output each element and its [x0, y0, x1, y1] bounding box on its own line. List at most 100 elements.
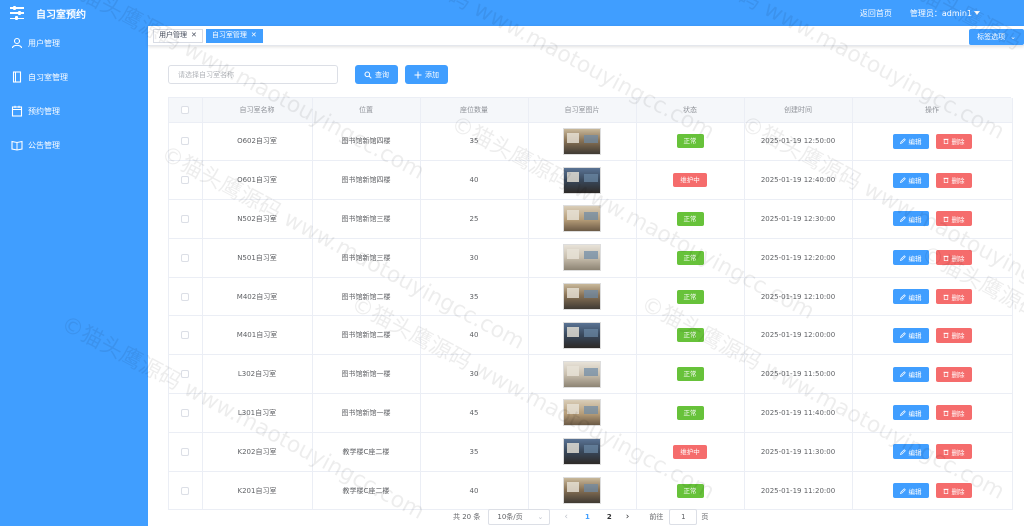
room-thumbnail[interactable] — [563, 438, 601, 466]
column-header[interactable]: 位置 — [312, 98, 421, 123]
row-checkbox[interactable] — [181, 292, 190, 301]
add-button-label: 添加 — [425, 71, 439, 79]
close-icon[interactable]: ✕ — [191, 29, 197, 42]
row-checkbox[interactable] — [181, 331, 190, 340]
delete-button[interactable]: 删除 — [935, 327, 972, 343]
room-thumbnail[interactable] — [563, 477, 601, 505]
tab-rooms[interactable]: 自习室管理 ✕ — [205, 28, 263, 43]
room-thumbnail[interactable] — [563, 399, 601, 427]
page-number[interactable]: 1 — [585, 513, 590, 521]
column-header[interactable]: 创建时间 — [744, 98, 853, 123]
location-cell: 图书馆新馆一楼 — [312, 354, 421, 395]
table-row[interactable]: K202自习室 教学楼C座二楼 35 维护中 2025-01-19 11:30:00 编辑… — [169, 432, 1013, 472]
sidebar-item-rooms[interactable]: 自习室管理 — [0, 60, 148, 94]
room-name-cell: L301自习室 — [202, 393, 313, 433]
edit-button[interactable]: 编辑 — [892, 366, 929, 382]
delete-button-label: 删除 — [951, 409, 965, 418]
table-row[interactable]: N501自习室 图书馆新馆三楼 30 正常 2025-01-19 12:20:00 编辑 删… — [169, 238, 1013, 278]
column-header[interactable]: 状态 — [636, 98, 745, 123]
room-image-cell — [528, 315, 637, 356]
tag-options-button[interactable]: 标签选项 ⌄ — [969, 29, 1024, 45]
status-cell: 维护中 — [636, 160, 745, 201]
sidebar-item-users[interactable]: 用户管理 — [0, 26, 148, 60]
column-header[interactable]: 座位数量 — [420, 98, 529, 123]
page-size-select[interactable]: 10条/页 ⌄ — [488, 509, 551, 525]
row-select-cell — [169, 277, 203, 317]
delete-button[interactable]: 删除 — [935, 172, 972, 188]
query-button[interactable]: 查询 — [355, 65, 398, 84]
edit-button[interactable]: 编辑 — [892, 327, 929, 343]
row-checkbox[interactable] — [181, 447, 190, 456]
status-badge: 正常 — [676, 328, 704, 343]
row-select-cell — [169, 393, 203, 433]
delete-button-label: 删除 — [951, 254, 965, 263]
edit-button[interactable]: 编辑 — [892, 172, 929, 188]
delete-button[interactable]: 删除 — [935, 444, 972, 460]
sidebar-item-notices[interactable]: 公告管理 — [0, 128, 148, 162]
plus-icon — [414, 71, 422, 78]
table-row[interactable]: L302自习室 图书馆新馆一楼 30 正常 2025-01-19 11:50:00 编辑 删… — [169, 354, 1013, 395]
edit-button[interactable]: 编辑 — [892, 250, 929, 266]
room-name-cell: M402自习室 — [202, 277, 313, 317]
column-header[interactable]: 自习室名称 — [202, 98, 313, 123]
edit-button[interactable]: 编辑 — [892, 444, 929, 460]
main-content: 用户管理 ✕ 自习室管理 ✕ 标签选项 ⌄ 查询 添加 自习室名称 位置 — [148, 26, 1024, 526]
room-thumbnail[interactable] — [563, 283, 601, 311]
add-button[interactable]: 添加 — [405, 65, 448, 84]
tab-users[interactable]: 用户管理 ✕ — [153, 28, 203, 43]
table-row[interactable]: K201自习室 教学楼C座二楼 40 正常 2025-01-19 11:20:00 编辑 删… — [169, 471, 1013, 511]
row-checkbox[interactable] — [181, 137, 190, 146]
delete-button[interactable]: 删除 — [935, 405, 972, 421]
table-row[interactable]: O602自习室 图书馆新馆四楼 35 正常 2025-01-19 12:50:00 编辑 删… — [169, 122, 1013, 162]
table-row[interactable]: M402自习室 图书馆新馆二楼 35 正常 2025-01-19 12:10:00 编辑 删… — [169, 277, 1013, 317]
sidebar-item-reservations[interactable]: 预约管理 — [0, 94, 148, 128]
row-checkbox[interactable] — [181, 370, 190, 379]
room-thumbnail[interactable] — [563, 127, 601, 155]
table-row[interactable]: O601自习室 图书馆新馆四楼 40 维护中 2025-01-19 12:40:00 编辑… — [169, 160, 1013, 201]
edit-button[interactable]: 编辑 — [892, 211, 929, 227]
tag-options-label: 标签选项 — [977, 33, 1006, 41]
table-row[interactable]: L301自习室 图书馆新馆一楼 45 正常 2025-01-19 11:40:00 编辑 删… — [169, 393, 1013, 433]
search-input[interactable] — [168, 65, 338, 84]
room-thumbnail[interactable] — [563, 205, 601, 233]
edit-button[interactable]: 编辑 — [892, 483, 929, 499]
edit-button[interactable]: 编辑 — [892, 289, 929, 305]
select-all-checkbox[interactable] — [181, 105, 190, 114]
edit-button[interactable]: 编辑 — [892, 405, 929, 421]
row-checkbox[interactable] — [181, 176, 190, 185]
table-row[interactable]: N502自习室 图书馆新馆三楼 25 正常 2025-01-19 12:30:00 编辑 删… — [169, 199, 1013, 239]
row-checkbox[interactable] — [181, 486, 190, 495]
sliders-icon[interactable] — [10, 5, 24, 20]
delete-button[interactable]: 删除 — [935, 250, 972, 266]
room-thumbnail[interactable] — [563, 360, 601, 388]
created-time-cell: 2025-01-19 12:50:00 — [744, 122, 853, 162]
room-thumbnail[interactable] — [563, 166, 601, 194]
edit-button[interactable]: 编辑 — [892, 133, 929, 149]
delete-button[interactable]: 删除 — [935, 366, 972, 382]
goto-page-input[interactable]: 1 — [669, 509, 698, 525]
delete-button[interactable]: 删除 — [935, 483, 972, 499]
room-thumbnail[interactable] — [563, 321, 601, 349]
seats-cell: 30 — [420, 238, 529, 278]
delete-button-label: 删除 — [951, 448, 965, 457]
created-time-cell: 2025-01-19 12:00:00 — [744, 315, 853, 356]
prev-page-icon[interactable]: ‹ — [564, 512, 568, 522]
delete-button[interactable]: 删除 — [935, 211, 972, 227]
page-number[interactable]: 2 — [607, 513, 612, 521]
table-row[interactable]: M401自习室 图书馆新馆二楼 40 正常 2025-01-19 12:00:00 编辑 删… — [169, 315, 1013, 356]
row-checkbox[interactable] — [181, 408, 190, 417]
next-page-icon[interactable]: › — [626, 512, 630, 522]
edit-button-label: 编辑 — [908, 448, 922, 457]
column-header-select — [169, 98, 203, 123]
row-checkbox[interactable] — [181, 214, 190, 223]
admin-menu[interactable]: 管理员：admin1 — [910, 8, 980, 19]
delete-button[interactable]: 删除 — [935, 133, 972, 149]
home-link[interactable]: 返回首页 — [860, 8, 892, 19]
row-select-cell — [169, 432, 203, 472]
row-checkbox[interactable] — [181, 253, 190, 262]
close-icon[interactable]: ✕ — [251, 29, 257, 42]
goto-label: 前往 — [649, 513, 664, 521]
delete-button[interactable]: 删除 — [935, 289, 972, 305]
room-image-cell — [528, 393, 637, 433]
room-thumbnail[interactable] — [563, 244, 601, 272]
